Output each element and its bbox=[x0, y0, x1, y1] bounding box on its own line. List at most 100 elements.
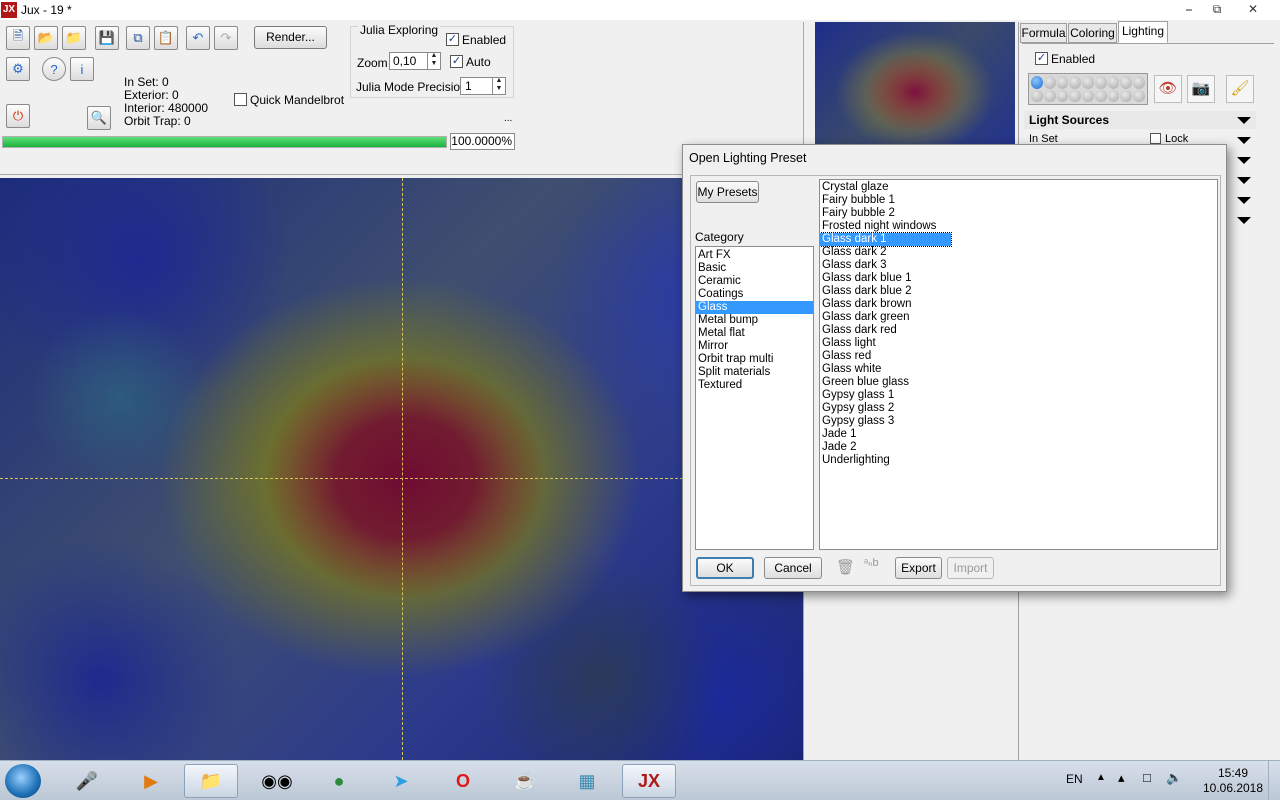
category-item[interactable]: Metal flat bbox=[696, 327, 813, 340]
volume-icon[interactable]: 🔈 bbox=[1166, 770, 1182, 786]
app-eyes-icon[interactable]: ◉◉ bbox=[250, 764, 304, 798]
preset-item[interactable]: Glass dark blue 1 bbox=[820, 272, 1217, 285]
chrome-icon[interactable]: ● bbox=[312, 764, 366, 798]
light-source-swatch[interactable] bbox=[1056, 89, 1069, 102]
preset-item[interactable]: Underlighting bbox=[820, 454, 1217, 467]
zoom-spinbox[interactable]: 0,10 ▲ ▼ bbox=[389, 52, 441, 70]
category-list[interactable]: Art FX Basic Ceramic Coatings Glass Metal bum… bbox=[695, 246, 814, 550]
category-item[interactable]: Orbit trap multi bbox=[696, 353, 813, 366]
settings-gear-icon[interactable]: ⚙ bbox=[6, 57, 30, 81]
light-source-swatch[interactable] bbox=[1107, 76, 1120, 89]
tab-lighting[interactable]: Lighting bbox=[1118, 21, 1168, 43]
light-source-swatch[interactable] bbox=[1069, 76, 1082, 89]
preset-list[interactable]: Crystal glaze Fairy bubble 1 Fairy bubble … bbox=[819, 179, 1218, 550]
light-source-swatch[interactable] bbox=[1094, 89, 1107, 102]
paste-icon[interactable]: 📋 bbox=[154, 26, 178, 50]
fractal-preview-thumbnail[interactable] bbox=[815, 22, 1015, 145]
category-item[interactable]: Mirror bbox=[696, 340, 813, 353]
maximize-button[interactable]: ⧉ bbox=[1203, 0, 1231, 18]
preset-item[interactable]: Glass dark 3 bbox=[820, 259, 1217, 272]
telegram-icon[interactable]: ➤ bbox=[374, 764, 428, 798]
preset-item[interactable]: Glass light bbox=[820, 337, 1217, 350]
cancel-button[interactable]: Cancel bbox=[764, 557, 822, 579]
media-player-icon[interactable]: ▶ bbox=[124, 764, 178, 798]
light-source-swatch[interactable] bbox=[1031, 89, 1043, 102]
preset-item[interactable]: Gypsy glass 2 bbox=[820, 402, 1217, 415]
show-desktop-button[interactable] bbox=[1268, 761, 1280, 800]
tray-expand-icon[interactable]: ▲ bbox=[1096, 772, 1106, 783]
action-center-icon[interactable]: □ bbox=[1143, 770, 1151, 785]
zoom-magnifier-icon[interactable]: 🔍 bbox=[87, 106, 111, 130]
undo-icon[interactable]: ↶ bbox=[186, 26, 210, 50]
light-source-swatch[interactable] bbox=[1107, 89, 1120, 102]
light-source-swatch[interactable] bbox=[1082, 89, 1094, 102]
quick-mandelbrot-checkbox[interactable] bbox=[234, 93, 247, 106]
julia-more-ellipsis[interactable]: ... bbox=[504, 113, 512, 124]
new-file-icon[interactable]: 🗎 bbox=[6, 26, 30, 50]
precision-spinbox[interactable]: 1 ▲ ▼ bbox=[460, 77, 506, 95]
language-indicator[interactable]: EN bbox=[1066, 772, 1083, 786]
power-icon[interactable]: ⏻ bbox=[6, 104, 30, 128]
preset-item[interactable]: Fairy bubble 2 bbox=[820, 207, 1217, 220]
close-button[interactable]: ✕ bbox=[1233, 0, 1273, 18]
category-item[interactable]: Textured bbox=[696, 379, 813, 392]
section-3-expand-icon[interactable] bbox=[1237, 157, 1251, 164]
preset-item[interactable]: Frosted night windows bbox=[820, 220, 1217, 233]
file-explorer-icon[interactable]: 📁 bbox=[184, 764, 238, 798]
preset-item[interactable]: Jade 1 bbox=[820, 428, 1217, 441]
light-source-swatch[interactable] bbox=[1120, 89, 1133, 102]
section-4-expand-icon[interactable] bbox=[1237, 177, 1251, 184]
light-sources-header[interactable]: Light Sources bbox=[1024, 111, 1256, 129]
light-source-swatch[interactable] bbox=[1120, 76, 1133, 89]
redo-icon[interactable]: ↷ bbox=[214, 26, 238, 50]
notes-icon[interactable]: ▦ bbox=[560, 764, 614, 798]
preset-item[interactable]: Glass dark green bbox=[820, 311, 1217, 324]
ok-button[interactable]: OK bbox=[696, 557, 754, 579]
info-icon[interactable]: i bbox=[70, 57, 94, 81]
opera-icon[interactable]: O bbox=[436, 764, 490, 798]
help-icon[interactable]: ? bbox=[42, 57, 66, 81]
section-5-expand-icon[interactable] bbox=[1237, 197, 1251, 204]
light-source-swatch[interactable] bbox=[1043, 76, 1056, 89]
category-item[interactable]: Basic bbox=[696, 262, 813, 275]
light-selector-grid[interactable] bbox=[1028, 73, 1148, 105]
light-source-swatch[interactable] bbox=[1043, 89, 1056, 102]
light-source-swatch[interactable] bbox=[1056, 76, 1069, 89]
section-6-expand-icon[interactable] bbox=[1237, 217, 1251, 224]
category-item[interactable]: Metal bump bbox=[696, 314, 813, 327]
save-icon[interactable]: 💾 bbox=[95, 26, 119, 50]
network-icon[interactable]: ▴ bbox=[1118, 770, 1125, 786]
start-windows-icon[interactable] bbox=[5, 764, 41, 798]
category-item[interactable]: Glass bbox=[696, 301, 813, 314]
java-icon[interactable]: ☕ bbox=[498, 764, 552, 798]
category-item[interactable]: Ceramic bbox=[696, 275, 813, 288]
preset-item[interactable]: Green blue glass bbox=[820, 376, 1217, 389]
import-button[interactable]: Import bbox=[947, 557, 994, 579]
category-item[interactable]: Art FX bbox=[696, 249, 813, 262]
delete-trash-icon[interactable]: 🗑 bbox=[836, 558, 855, 578]
lighting-enabled-checkbox[interactable]: ✓ bbox=[1035, 52, 1048, 65]
rename-icon[interactable]: ᵃₙb bbox=[864, 556, 879, 569]
jux-icon[interactable]: JX bbox=[622, 764, 676, 798]
microphone-icon[interactable]: 🎤 bbox=[60, 764, 114, 798]
light-source-swatch[interactable] bbox=[1082, 76, 1094, 89]
preset-item[interactable]: Glass dark red bbox=[820, 324, 1217, 337]
light-sources-expand-icon[interactable] bbox=[1237, 117, 1251, 124]
preset-item[interactable]: Jade 2 bbox=[820, 441, 1217, 454]
render-button[interactable]: Render... bbox=[254, 26, 327, 49]
preset-item[interactable]: Fairy bubble 1 bbox=[820, 194, 1217, 207]
export-button[interactable]: Export bbox=[895, 557, 942, 579]
preset-item[interactable]: Gypsy glass 1 bbox=[820, 389, 1217, 402]
preset-item[interactable]: Glass dark blue 2 bbox=[820, 285, 1217, 298]
light-source-swatch[interactable] bbox=[1133, 76, 1145, 89]
my-presets-button[interactable]: My Presets bbox=[696, 181, 759, 203]
light-brush-icon[interactable]: 🖌 bbox=[1226, 75, 1254, 103]
preset-item[interactable]: Crystal glaze bbox=[820, 181, 1217, 194]
minimize-button[interactable]: ⎯ bbox=[1175, 0, 1203, 18]
preset-item[interactable]: Gypsy glass 3 bbox=[820, 415, 1217, 428]
open-folder-icon[interactable]: 📂 bbox=[34, 26, 58, 50]
clock[interactable]: 15:49 10.06.2018 bbox=[1198, 766, 1268, 796]
precision-spin-arrows-icon[interactable]: ▲ ▼ bbox=[492, 77, 505, 95]
light-eye-icon[interactable]: 👁 bbox=[1154, 75, 1182, 103]
category-item[interactable]: Split materials bbox=[696, 366, 813, 379]
